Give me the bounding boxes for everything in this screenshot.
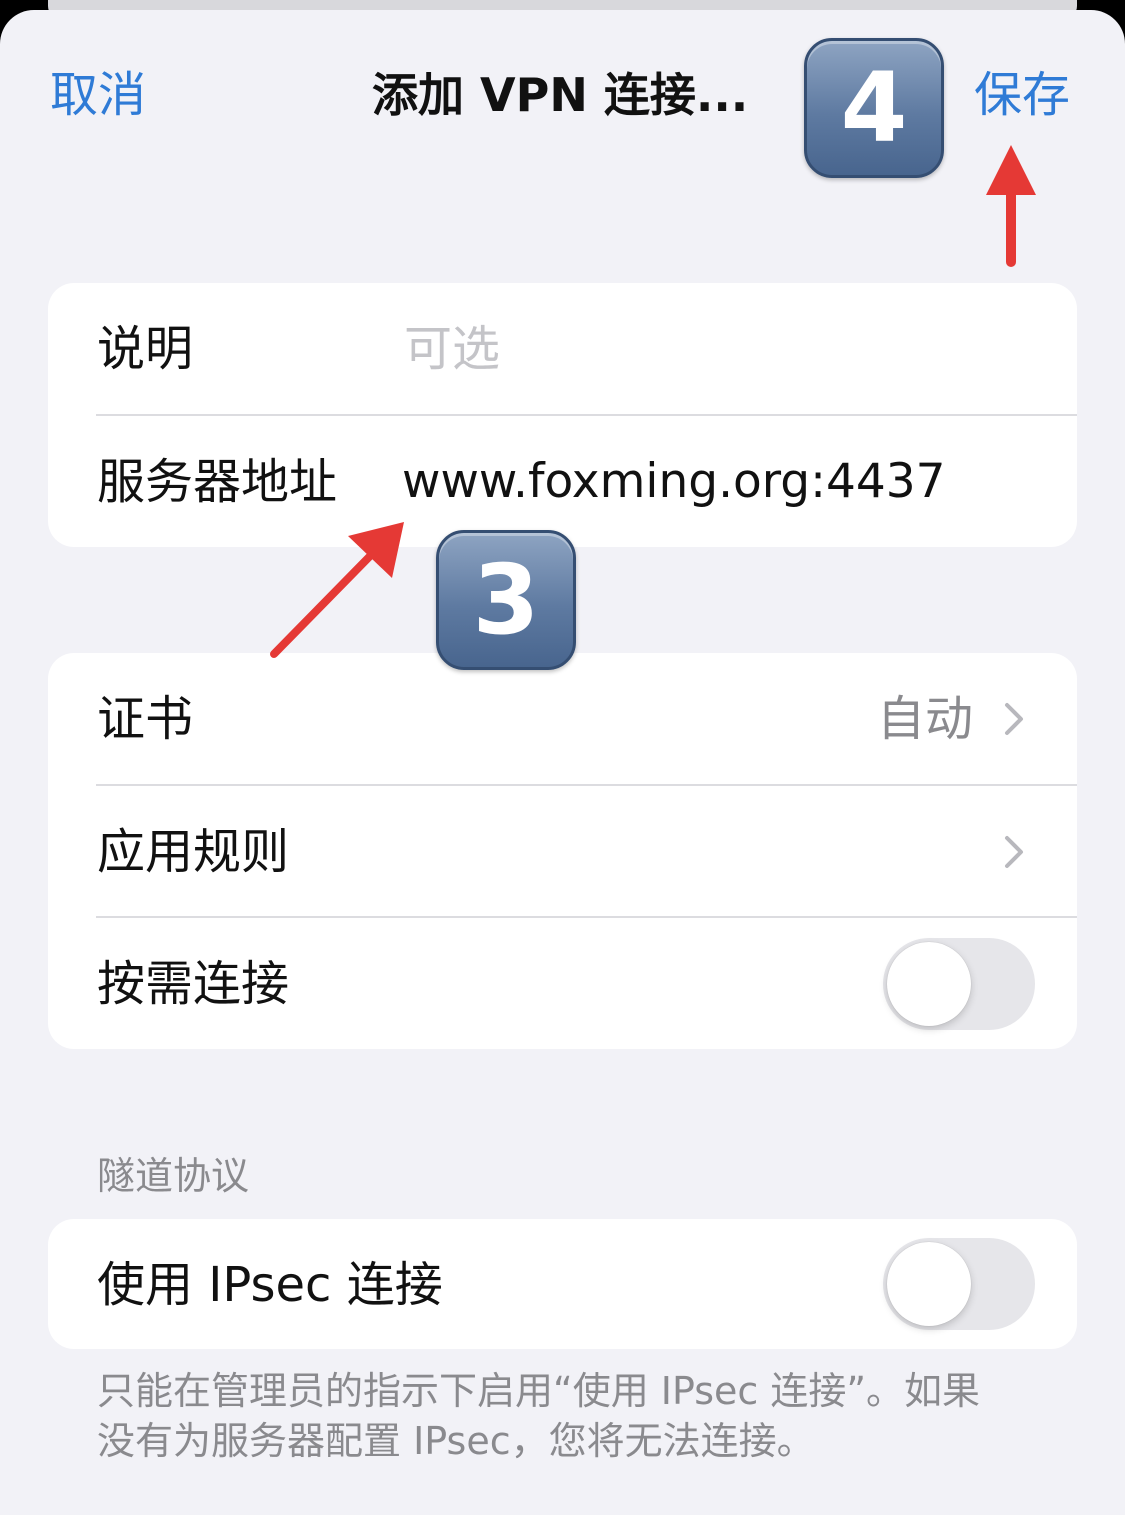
basic-info-group: 说明 可选 服务器地址 www.foxming.org:4437 [48,283,1077,547]
footnote-line: 只能在管理员的指示下启用“使用 IPsec 连接”。如果 [97,1369,981,1413]
ipsec-row: 使用 IPsec 连接 [48,1219,1077,1351]
toggle-knob [887,1242,971,1326]
app-rules-row[interactable]: 应用规则 [48,786,1077,918]
certificate-row[interactable]: 证书 自动 [48,653,1077,785]
tunnel-section-header: 隧道协议 [97,1154,250,1198]
ipsec-toggle[interactable] [883,1238,1035,1330]
certificate-label: 证书 [97,691,194,747]
server-input[interactable]: www.foxming.org:4437 [402,416,946,548]
chevron-right-icon [1005,703,1023,735]
toggle-knob [887,942,971,1026]
description-label: 说明 [97,321,194,377]
ipsec-label: 使用 IPsec 连接 [97,1257,443,1313]
tunnel-group: 使用 IPsec 连接 [48,1219,1077,1349]
ipsec-footnote: 只能在管理员的指示下启用“使用 IPsec 连接”。如果 没有为服务器配置 IP… [97,1366,1057,1466]
settings-group: 证书 自动 应用规则 按需连接 [48,653,1077,1049]
step-4-badge: 4 [804,38,944,178]
app-rules-label: 应用规则 [97,824,290,880]
server-label: 服务器地址 [97,454,338,510]
save-button[interactable]: 保存 [974,58,1070,132]
step-3-badge: 3 [436,530,576,670]
cancel-button[interactable]: 取消 [50,58,146,132]
on-demand-toggle[interactable] [883,938,1035,1030]
footnote-line: 没有为服务器配置 IPsec，您将无法连接。 [97,1419,815,1463]
description-row[interactable]: 说明 可选 [48,283,1077,415]
chevron-right-icon [1005,836,1023,868]
on-demand-label: 按需连接 [97,956,290,1012]
page-title: 添加 VPN 连接... [372,68,749,122]
description-input[interactable]: 可选 [404,283,500,415]
certificate-value: 自动 [876,691,973,747]
on-demand-row: 按需连接 [48,918,1077,1050]
server-row[interactable]: 服务器地址 www.foxming.org:4437 [48,416,1077,548]
